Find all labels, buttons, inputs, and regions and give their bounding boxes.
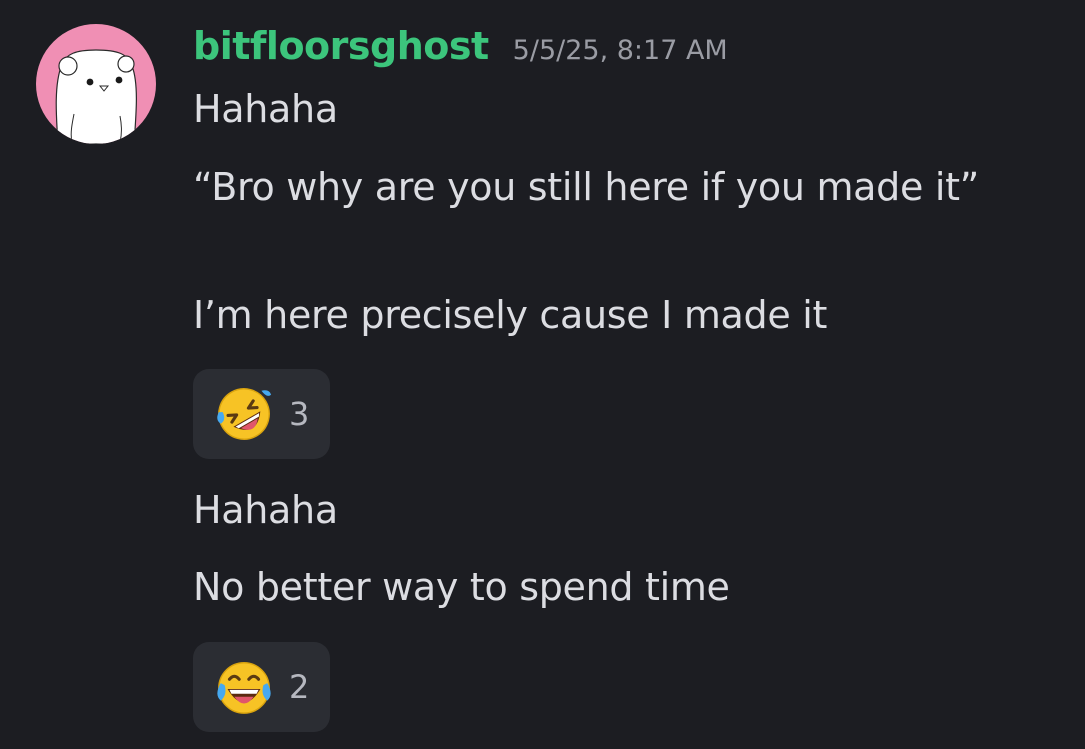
reaction-count: 2 bbox=[289, 668, 310, 706]
message-line: Hahaha bbox=[193, 87, 338, 131]
reaction-button[interactable]: 3 bbox=[193, 369, 330, 459]
polar-bear-avatar-icon bbox=[55, 49, 137, 144]
rolling-on-floor-laughing-icon bbox=[217, 388, 272, 440]
reaction-button[interactable]: 2 bbox=[193, 642, 330, 732]
reaction-count: 3 bbox=[289, 395, 310, 433]
username[interactable]: bitfloorsghost bbox=[193, 24, 489, 68]
face-with-tears-of-joy-icon bbox=[217, 662, 271, 714]
message-line: “Bro why are you still here if you made … bbox=[193, 165, 980, 209]
message-line: No better way to spend time bbox=[193, 565, 730, 609]
message-line: Hahaha bbox=[193, 488, 338, 532]
message-header: bitfloorsghost 5/5/25, 8:17 AM bbox=[193, 24, 728, 68]
message-line: I’m here precisely cause I made it bbox=[193, 293, 828, 337]
timestamp: 5/5/25, 8:17 AM bbox=[512, 35, 728, 66]
user-avatar[interactable] bbox=[36, 24, 156, 144]
